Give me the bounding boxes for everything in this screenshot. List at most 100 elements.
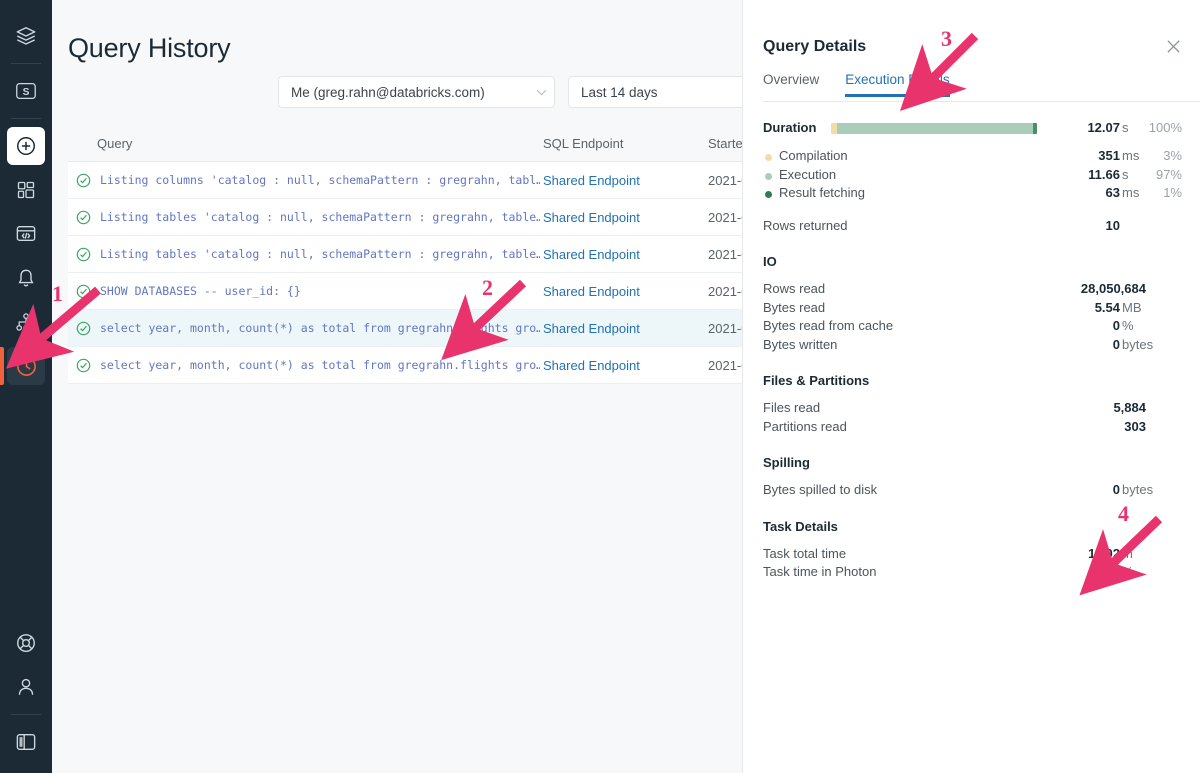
user-filter-select[interactable]: Me (greg.rahn@databricks.com) — [278, 76, 555, 108]
query-text: Listing tables 'catalog : null, schemaPa… — [100, 210, 540, 224]
duration-segment-fetch — [1032, 123, 1037, 134]
column-header-query: Query — [97, 136, 133, 151]
endpoint-link[interactable]: Shared Endpoint — [543, 247, 640, 262]
io-metric-label: Bytes written — [763, 336, 838, 352]
io-metric-value: 0 — [1112, 336, 1120, 352]
tab-overview[interactable]: Overview — [763, 72, 819, 96]
io-metric-value: 5.54 — [1094, 299, 1120, 315]
execution-value: 11.66 — [1088, 166, 1120, 182]
io-metric-row: Bytes read 5.54 MB — [763, 300, 1182, 319]
duration-bar — [831, 123, 1037, 134]
create-new-button[interactable] — [7, 127, 45, 165]
spilling-metric-label: Bytes spilled to disk — [763, 482, 878, 497]
help-lifebuoy-icon[interactable] — [7, 624, 45, 662]
result-fetching-label: Result fetching — [779, 185, 865, 200]
query-text: select year, month, count(*) as total fr… — [100, 358, 540, 372]
sql-badge-icon[interactable]: S — [7, 72, 45, 110]
panel-tabs: Overview Execution Details — [763, 72, 1200, 102]
endpoints-network-icon[interactable] — [7, 303, 45, 341]
breakdown-row-execution: Execution 11.66 s 97% — [763, 167, 1182, 186]
column-header-endpoint: SQL Endpoint — [543, 136, 624, 151]
query-text: Listing columns 'catalog : null, schemaP… — [100, 173, 540, 187]
page-title: Query History — [68, 33, 231, 63]
annotation-marker-3: 3 — [941, 26, 952, 51]
result-fetching-pct: 1% — [1163, 185, 1182, 200]
duration-unit: s — [1122, 120, 1129, 135]
io-metric-row: Bytes written 0 bytes — [763, 337, 1182, 356]
rows-returned-value: 10 — [1105, 217, 1120, 233]
spilling-metric-row: Bytes spilled to disk 0 bytes — [763, 482, 1182, 501]
close-icon[interactable] — [1165, 38, 1182, 55]
status-success-icon — [76, 210, 91, 225]
files-metric-value: 5,884 — [1113, 400, 1146, 415]
task-metric-row: Task time in Photon 100% — [763, 564, 1182, 583]
annotation-marker-2: 2 — [482, 275, 493, 300]
files-metric-row: Partitions read 303 — [763, 419, 1182, 438]
files-metric-label: Partitions read — [763, 418, 847, 434]
io-rows: Rows read 28,050,684 Bytes read 5.54 MB Bytes… — [763, 281, 1182, 355]
endpoint-link[interactable]: Shared Endpoint — [543, 321, 640, 336]
section-heading-files: Files & Partitions — [763, 373, 870, 388]
section-heading-spilling: Spilling — [763, 455, 810, 470]
status-success-icon — [76, 321, 91, 336]
task-metric-unit: % — [1122, 564, 1134, 579]
alerts-bell-icon[interactable] — [7, 259, 45, 297]
toggle-sidebar-icon[interactable] — [7, 723, 45, 761]
endpoint-link[interactable]: Shared Endpoint — [543, 210, 640, 225]
rows-returned-label: Rows returned — [763, 217, 848, 233]
tab-execution-details[interactable]: Execution Details — [845, 72, 950, 97]
annotation-marker-1: 1 — [52, 281, 63, 306]
task-metric-unit: m — [1122, 545, 1133, 561]
breakdown-row-compilation: Compilation 351 ms 3% — [763, 148, 1182, 167]
account-person-icon[interactable] — [7, 668, 45, 706]
execution-pct: 97% — [1155, 166, 1182, 182]
endpoint-link[interactable]: Shared Endpoint — [543, 173, 640, 188]
task-metric-row: Task total time 11.02 m — [763, 546, 1182, 565]
query-text: Listing tables 'catalog : null, schemaPa… — [100, 247, 540, 261]
query-text: SHOW DATABASES -- user_id: {} — [100, 284, 301, 298]
dashboards-grid-icon[interactable] — [7, 171, 45, 209]
io-metric-unit: MB — [1122, 299, 1142, 315]
files-metric-label: Files read — [763, 400, 821, 415]
left-sidebar: S — [0, 0, 52, 773]
query-details-panel: Query Details Overview Execution Details… — [742, 0, 1200, 773]
io-metric-value: 28,050,684 — [1080, 281, 1146, 296]
date-filter-value: Last 14 days — [581, 84, 658, 100]
task-metric-label: Task time in Photon — [763, 564, 877, 579]
spilling-rows: Bytes spilled to disk 0 bytes — [763, 482, 1182, 501]
io-metric-row: Rows read 28,050,684 — [763, 281, 1182, 300]
execution-unit: s — [1122, 166, 1129, 182]
compilation-unit: ms — [1122, 148, 1140, 163]
breakdown-row-result-fetching: Result fetching 63 ms 1% — [763, 185, 1182, 204]
endpoint-link[interactable]: Shared Endpoint — [543, 358, 640, 373]
io-metric-unit: % — [1122, 318, 1134, 333]
query-text: select year, month, count(*) as total fr… — [100, 321, 540, 335]
section-heading-io: IO — [763, 254, 777, 269]
rows-returned-row: Rows returned 10 — [763, 218, 1182, 237]
status-success-icon — [76, 358, 91, 373]
io-metric-label: Bytes read from cache — [763, 318, 894, 333]
compilation-value: 351 — [1098, 148, 1120, 163]
execution-label: Execution — [779, 166, 837, 182]
files-metric-row: Files read 5,884 — [763, 400, 1182, 419]
svg-text:S: S — [23, 87, 30, 98]
io-metric-label: Bytes read — [763, 299, 826, 315]
annotation-marker-4: 4 — [1118, 501, 1129, 526]
queries-code-icon[interactable] — [7, 215, 45, 253]
workspace-logo[interactable] — [7, 17, 45, 55]
duration-label: Duration — [763, 120, 817, 135]
status-success-icon — [76, 173, 91, 188]
endpoint-link[interactable]: Shared Endpoint — [543, 284, 640, 299]
legend-dot-result-fetching — [765, 191, 772, 198]
sidebar-item-history[interactable] — [0, 347, 45, 385]
duration-pct: 100% — [1148, 120, 1182, 135]
chevron-down-icon — [528, 89, 554, 96]
active-accent-bar — [0, 347, 4, 385]
